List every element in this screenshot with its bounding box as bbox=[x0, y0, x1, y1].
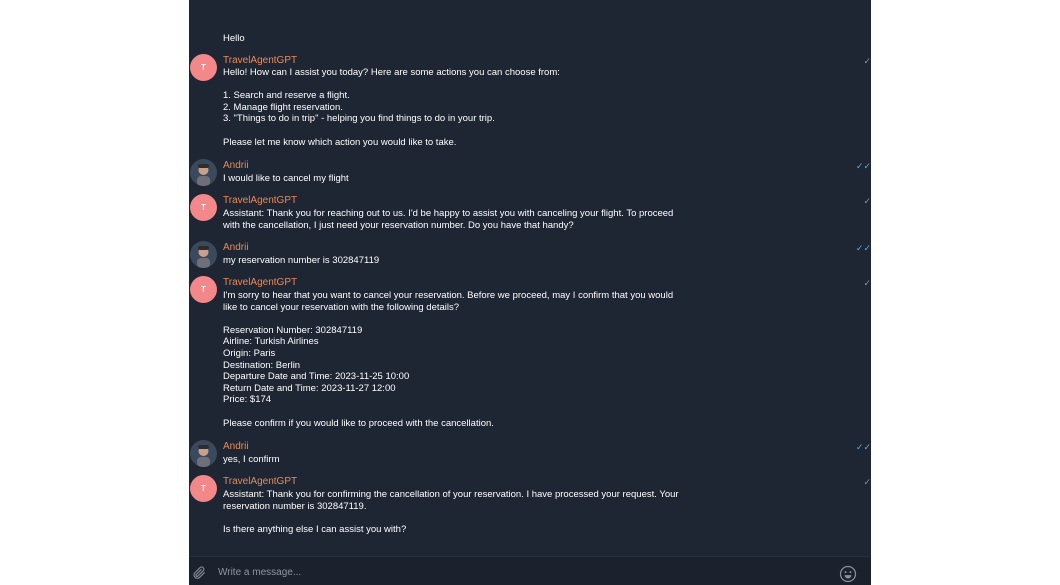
sender-name[interactable]: Andrii bbox=[223, 160, 249, 172]
sent-check-icon: ✓ bbox=[863, 56, 871, 66]
sender-name[interactable]: TravelAgentGPT bbox=[223, 476, 297, 488]
message-text: Assistant: Thank you for confirming the … bbox=[223, 489, 679, 535]
user-avatar[interactable] bbox=[190, 440, 217, 467]
message-input[interactable] bbox=[218, 564, 818, 580]
bot-avatar[interactable]: T bbox=[190, 475, 217, 502]
bot-avatar[interactable]: T bbox=[190, 276, 217, 303]
double-check-icon: ✓✓ bbox=[855, 161, 871, 171]
sent-check-icon: ✓ bbox=[863, 477, 871, 487]
paperclip-icon[interactable] bbox=[191, 565, 207, 581]
sender-name[interactable]: Andrii bbox=[223, 242, 249, 254]
sender-name[interactable]: Andrii bbox=[223, 441, 249, 453]
message-text: I would like to cancel my flight bbox=[223, 173, 349, 184]
message-text: Hello bbox=[223, 33, 245, 44]
message-text: yes, I confirm bbox=[223, 454, 280, 465]
message-composer bbox=[189, 556, 871, 585]
sender-name[interactable]: TravelAgentGPT bbox=[223, 277, 297, 289]
sender-name[interactable]: TravelAgentGPT bbox=[223, 55, 297, 67]
bot-avatar[interactable]: T bbox=[190, 194, 217, 221]
smiley-icon[interactable] bbox=[839, 565, 857, 583]
sender-name[interactable]: TravelAgentGPT bbox=[223, 195, 297, 207]
double-check-icon: ✓✓ bbox=[855, 243, 871, 253]
sent-check-icon: ✓ bbox=[863, 196, 871, 206]
sent-check-icon: ✓ bbox=[863, 278, 871, 288]
double-check-icon: ✓✓ bbox=[855, 442, 871, 452]
message-list[interactable]: Hello T TravelAgentGPT ✓ Hello! How can … bbox=[189, 0, 871, 556]
bot-avatar[interactable]: T bbox=[190, 54, 217, 81]
message-text: my reservation number is 302847119 bbox=[223, 255, 380, 266]
user-avatar[interactable] bbox=[190, 159, 217, 186]
message-text: I'm sorry to hear that you want to cance… bbox=[223, 290, 674, 429]
user-avatar[interactable] bbox=[190, 241, 217, 268]
message-text: Hello! How can I assist you today? Here … bbox=[223, 67, 560, 148]
message-text: Assistant: Thank you for reaching out to… bbox=[223, 208, 674, 231]
chat-window: Hello T TravelAgentGPT ✓ Hello! How can … bbox=[189, 0, 871, 585]
